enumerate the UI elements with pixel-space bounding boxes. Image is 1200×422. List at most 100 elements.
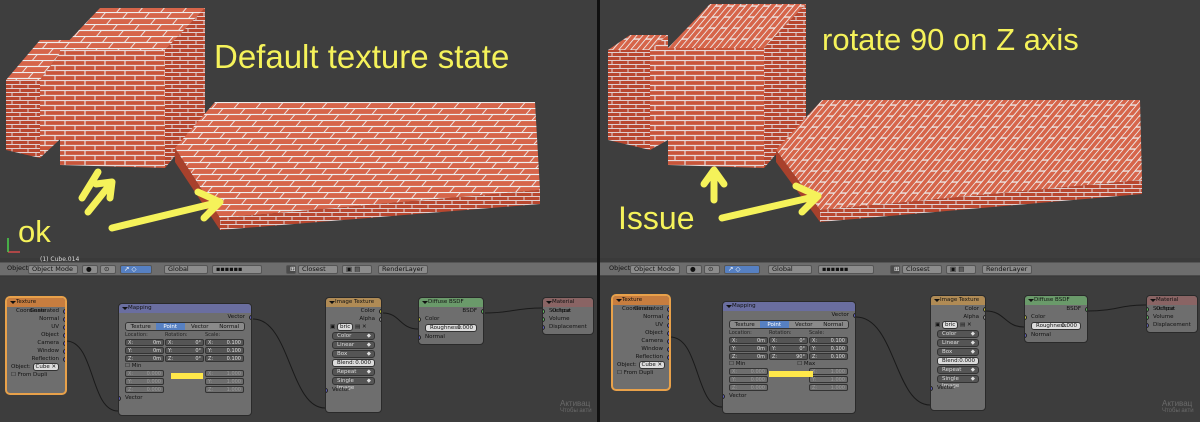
3d-viewport[interactable]: rotate 90 on Z axis Issue <box>600 0 1200 258</box>
tab-texture[interactable]: Texture <box>126 323 156 330</box>
brick-slab[interactable] <box>776 100 1142 222</box>
min-y-field[interactable]: Y: 0.000 <box>125 378 164 385</box>
color-space-select[interactable]: Color ◆ <box>332 332 375 340</box>
node-image-texture[interactable]: Image Texture Color Alpha ▣ bric ▤ ✕ Col… <box>325 297 382 413</box>
mode-select[interactable]: Object Mode <box>630 265 680 274</box>
3d-viewport[interactable]: Default texture state ok <box>0 0 597 258</box>
scale-y-field[interactable]: Y: 0.100 <box>205 347 244 354</box>
node-diffuse-bsdf[interactable]: Diffuse BSDF BSDF Color Roughness: 0.000 … <box>418 297 484 345</box>
max-z-field[interactable]: Z: 1.000 <box>809 384 848 391</box>
loc-x-field[interactable]: X: 0m <box>729 337 768 344</box>
scale-x-field[interactable]: X: 0.100 <box>205 339 244 346</box>
tab-normal[interactable]: Normal <box>214 323 244 330</box>
loc-x-field[interactable]: X: 0m <box>125 339 164 346</box>
node-diffuse-bsdf[interactable]: Diffuse BSDF BSDF Color Roughness: 0.000 … <box>1024 295 1088 343</box>
from-dupli-checkbox[interactable]: ☐ From Dupli <box>7 371 65 379</box>
manipulator-button[interactable]: ↗ ◇ <box>724 265 760 274</box>
render-buttons[interactable]: ▣ ▤ <box>946 265 976 274</box>
manipulator-button[interactable]: ↗ ◇ <box>120 265 152 274</box>
snap-toggle[interactable]: ⊞ <box>286 265 296 274</box>
roughness-field[interactable]: Roughness: 0.000 <box>425 324 477 332</box>
roughness-field[interactable]: Roughness: 0.000 <box>1031 322 1081 330</box>
scale-x-field[interactable]: X: 0.100 <box>809 337 848 344</box>
layers-grid[interactable]: ▪▪▪▪▪▪ <box>818 265 874 274</box>
rot-x-field[interactable]: X: 0° <box>165 339 204 346</box>
render-buttons[interactable]: ▣ ▤ <box>342 265 372 274</box>
pivot-button[interactable]: ⊙ <box>704 265 720 274</box>
source-select[interactable]: Single Image ◆ <box>332 377 375 391</box>
projection-select[interactable]: Box ◆ <box>332 350 375 358</box>
mapping-type-tabs[interactable]: Texture Point Vector Normal <box>729 320 849 329</box>
object-field[interactable]: Cube ✕ <box>638 361 666 369</box>
render-layer-select[interactable]: RenderLayer <box>982 265 1032 274</box>
tab-point[interactable]: Point <box>759 321 789 328</box>
max-x-field[interactable]: X: 1.000 <box>205 370 244 377</box>
image-selector[interactable]: ▣ bric ▤ ✕ <box>931 321 985 329</box>
snap-toggle[interactable]: ⊞ <box>890 265 900 274</box>
node-material-output[interactable]: Material Output Surface Volume Displacem… <box>542 297 594 335</box>
rot-z-field[interactable]: Z: 0° <box>165 355 204 362</box>
node-material-output[interactable]: Material Output Surface Volume Displacem… <box>1146 295 1198 333</box>
node-editor[interactable]: Texture Coordinate Generated Normal UV O… <box>600 277 1200 422</box>
min-x-field[interactable]: X: 0.000 <box>729 368 768 375</box>
loc-y-field[interactable]: Y: 0m <box>125 347 164 354</box>
min-y-field[interactable]: Y: 0.000 <box>729 376 768 383</box>
small-brick-cube[interactable] <box>608 35 668 150</box>
loc-z-field[interactable]: Z: 0m <box>125 355 164 362</box>
image-selector[interactable]: ▣ bric ▤ ✕ <box>326 323 381 331</box>
from-dupli-checkbox[interactable]: ☐ From Dupli <box>613 369 669 377</box>
tab-vector[interactable]: Vector <box>789 321 819 328</box>
min-z-field[interactable]: Z: 0.000 <box>125 386 164 393</box>
min-x-field[interactable]: X: 0.000 <box>125 370 164 377</box>
orientation-select[interactable]: Global <box>164 265 208 274</box>
node-mapping[interactable]: Mapping Vector Texture Point Vector Norm… <box>118 303 252 416</box>
scale-z-field[interactable]: Z: 0.100 <box>205 355 244 362</box>
node-mapping[interactable]: Mapping Vector Texture Point Vector Norm… <box>722 301 856 414</box>
object-field[interactable]: Cube ✕ <box>32 363 60 371</box>
orientation-select[interactable]: Global <box>768 265 812 274</box>
max-x-field[interactable]: X: 1.000 <box>809 368 848 375</box>
interpolation-select[interactable]: Linear ◆ <box>937 339 979 347</box>
shading-button[interactable]: ● <box>82 265 98 274</box>
mapping-type-tabs[interactable]: Texture Point Vector Normal <box>125 322 245 331</box>
scale-z-field[interactable]: Z: 0.100 <box>809 353 848 360</box>
tab-normal[interactable]: Normal <box>818 321 848 328</box>
min-checkbox[interactable]: ☐ Min <box>125 363 141 369</box>
color-space-select[interactable]: Color ◆ <box>937 330 979 338</box>
pivot-button[interactable]: ⊙ <box>100 265 116 274</box>
snap-select[interactable]: Closest <box>902 265 942 274</box>
loc-y-field[interactable]: Y: 0m <box>729 345 768 352</box>
blend-field[interactable]: Blend: 0.000 <box>937 357 979 365</box>
tab-point[interactable]: Point <box>155 323 185 330</box>
rot-y-field[interactable]: Y: 0° <box>165 347 204 354</box>
shading-button[interactable]: ● <box>686 265 702 274</box>
loc-z-field[interactable]: Z: 0m <box>729 353 768 360</box>
snap-select[interactable]: Closest <box>298 265 338 274</box>
node-texture-coordinate[interactable]: Texture Coordinate Generated Normal UV O… <box>6 297 66 394</box>
node-editor[interactable]: Texture Coordinate Generated Normal UV O… <box>0 277 597 422</box>
extension-select[interactable]: Repeat ◆ <box>332 368 375 376</box>
max-z-field[interactable]: Z: 1.000 <box>205 386 244 393</box>
scale-y-field[interactable]: Y: 0.100 <box>809 345 848 352</box>
node-texture-coordinate[interactable]: Texture Coordinate Generated Normal UV O… <box>612 295 670 390</box>
render-layer-select[interactable]: RenderLayer <box>378 265 428 274</box>
min-z-field[interactable]: Z: 0.000 <box>729 384 768 391</box>
projection-select[interactable]: Box ◆ <box>937 348 979 356</box>
max-y-field[interactable]: Y: 1.000 <box>809 376 848 383</box>
tab-texture[interactable]: Texture <box>730 321 760 328</box>
tab-vector[interactable]: Vector <box>185 323 215 330</box>
layers-grid[interactable]: ▪▪▪▪▪▪ <box>212 265 262 274</box>
node-image-texture[interactable]: Image Texture Color Alpha ▣ bric ▤ ✕ Col… <box>930 295 986 411</box>
rot-z-field[interactable]: Z: 90° <box>769 353 808 360</box>
brick-slab[interactable] <box>175 102 540 230</box>
max-checkbox[interactable]: ☐ Max <box>797 361 815 367</box>
rot-y-field[interactable]: Y: 0° <box>769 345 808 352</box>
extension-select[interactable]: Repeat ◆ <box>937 366 979 374</box>
source-select[interactable]: Single Image ◆ <box>937 375 979 389</box>
max-y-field[interactable]: Y: 1.000 <box>205 378 244 385</box>
rot-x-field[interactable]: X: 0° <box>769 337 808 344</box>
interpolation-select[interactable]: Linear ◆ <box>332 341 375 349</box>
blend-field[interactable]: Blend: 0.000 <box>332 359 375 367</box>
min-checkbox[interactable]: ☐ Min <box>729 361 745 367</box>
mode-select[interactable]: Object Mode <box>28 265 78 274</box>
